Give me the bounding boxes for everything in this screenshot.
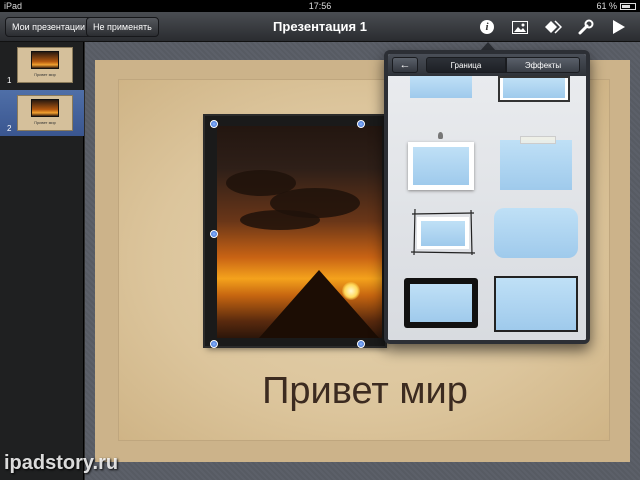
frame-style-shadow-frame[interactable] <box>498 76 570 102</box>
info-icon[interactable]: i <box>475 17 499 37</box>
battery-icon <box>620 2 636 10</box>
tab-border[interactable]: Граница <box>426 57 506 73</box>
frame-style-thin-black-frame[interactable] <box>494 276 578 332</box>
frame-style-rounded-frame[interactable] <box>494 208 578 258</box>
slide-preview-caption: Привет мир <box>34 120 56 125</box>
tools-icon[interactable] <box>574 17 598 37</box>
slide-number: 2 <box>7 124 12 133</box>
slide-preview-caption: Привет мир <box>34 72 56 77</box>
frame-style-grid <box>388 76 586 340</box>
slide-title-text[interactable]: Привет мир <box>200 370 530 413</box>
slide-thumbnail-2[interactable]: 2 Привет мир <box>0 90 84 136</box>
frame-style-plain-bottom[interactable] <box>410 76 472 98</box>
animation-icon[interactable] <box>541 17 565 37</box>
frame-style-taped-frame[interactable] <box>500 136 572 190</box>
back-button[interactable]: ← <box>392 57 418 73</box>
resize-handle[interactable] <box>357 120 365 128</box>
toolbar: Мои презентации Не применять Презентация… <box>0 12 640 42</box>
slide-navigator: 1 Привет мир 2 Привет мир <box>0 42 84 480</box>
battery-percent: 61 % <box>596 1 617 11</box>
media-icon[interactable] <box>508 17 532 37</box>
slide-preview: Привет мир <box>17 47 73 83</box>
popover-header: ← Граница Эффекты <box>388 54 586 76</box>
slide-number: 1 <box>7 76 12 85</box>
status-bar: iPad 17:56 61 % <box>0 0 640 12</box>
frame-style-black-rough-frame[interactable] <box>404 278 478 328</box>
resize-handle[interactable] <box>357 340 365 348</box>
resize-handle[interactable] <box>210 230 218 238</box>
format-popover: ← Граница Эффекты <box>384 50 590 344</box>
presentation-title: Презентация 1 <box>273 19 367 34</box>
watermark: ipadstory.ru <box>4 452 119 474</box>
tab-effects[interactable]: Эффекты <box>506 57 580 73</box>
frame-style-pinned-white-frame[interactable] <box>408 132 474 190</box>
slide-preview: Привет мир <box>17 95 73 131</box>
play-icon[interactable] <box>607 17 631 37</box>
my-presentations-button[interactable]: Мои презентации <box>5 17 93 37</box>
frame-style-sketch-frame[interactable] <box>408 208 478 256</box>
battery-indicator: 61 % <box>596 1 636 11</box>
slide-thumbnail-1[interactable]: 1 Привет мир <box>0 42 84 88</box>
resize-handle[interactable] <box>210 340 218 348</box>
clock: 17:56 <box>308 1 332 11</box>
undo-button[interactable]: Не применять <box>86 17 159 37</box>
resize-handle[interactable] <box>210 120 218 128</box>
pyramid <box>259 270 379 338</box>
